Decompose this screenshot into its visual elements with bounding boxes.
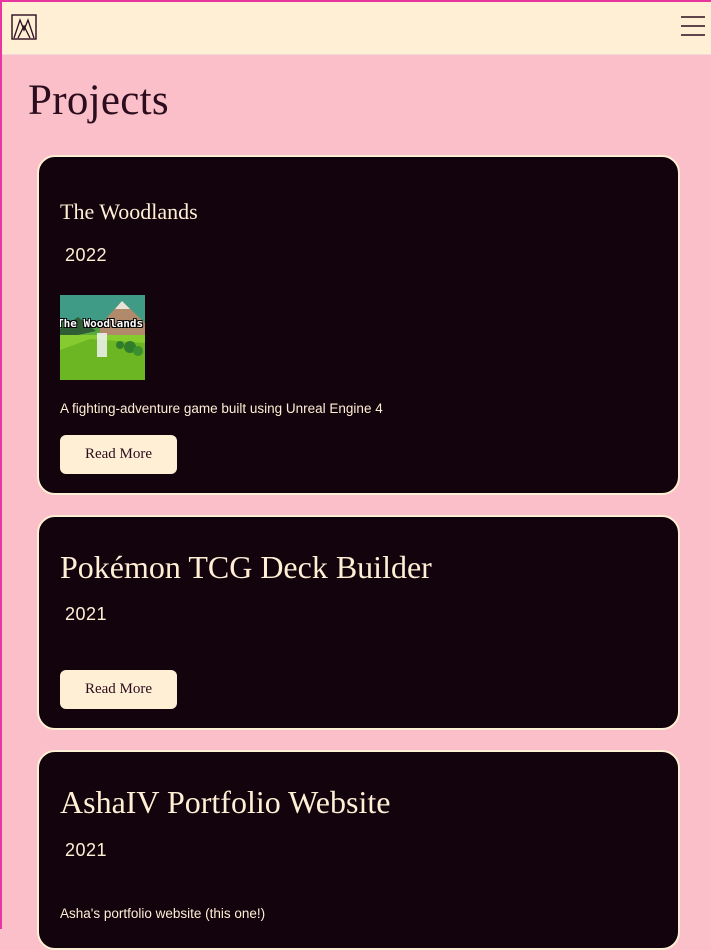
project-title: AshaIV Portfolio Website — [60, 784, 391, 820]
navbar — [2, 2, 711, 55]
project-card-portfolio: AshaIV Portfolio Website 2021 Asha's por… — [37, 750, 680, 950]
project-card-pokemon-tcg: Pokémon TCG Deck Builder 2021 Read More — [37, 515, 680, 730]
project-title: Pokémon TCG Deck Builder — [60, 549, 432, 585]
project-title: The Woodlands — [60, 199, 198, 224]
page-title: Projects — [28, 77, 169, 124]
thumbnail-caption: The Woodlands — [60, 317, 144, 330]
project-year: 2021 — [65, 840, 108, 860]
read-more-button[interactable]: Read More — [60, 670, 177, 709]
project-year: 2021 — [65, 604, 108, 624]
project-thumbnail: The Woodlands — [60, 295, 145, 380]
project-description: Asha's portfolio website (this one!) — [60, 906, 266, 921]
read-more-button[interactable]: Read More — [60, 435, 177, 474]
hamburger-menu-icon[interactable] — [681, 15, 705, 37]
project-year: 2022 — [65, 245, 108, 265]
project-description: A fighting-adventure game built using Un… — [60, 401, 383, 416]
triangle-logo-icon[interactable] — [11, 14, 37, 40]
project-card-woodlands: The Woodlands 2022 The Woodlands A fight… — [37, 155, 680, 495]
